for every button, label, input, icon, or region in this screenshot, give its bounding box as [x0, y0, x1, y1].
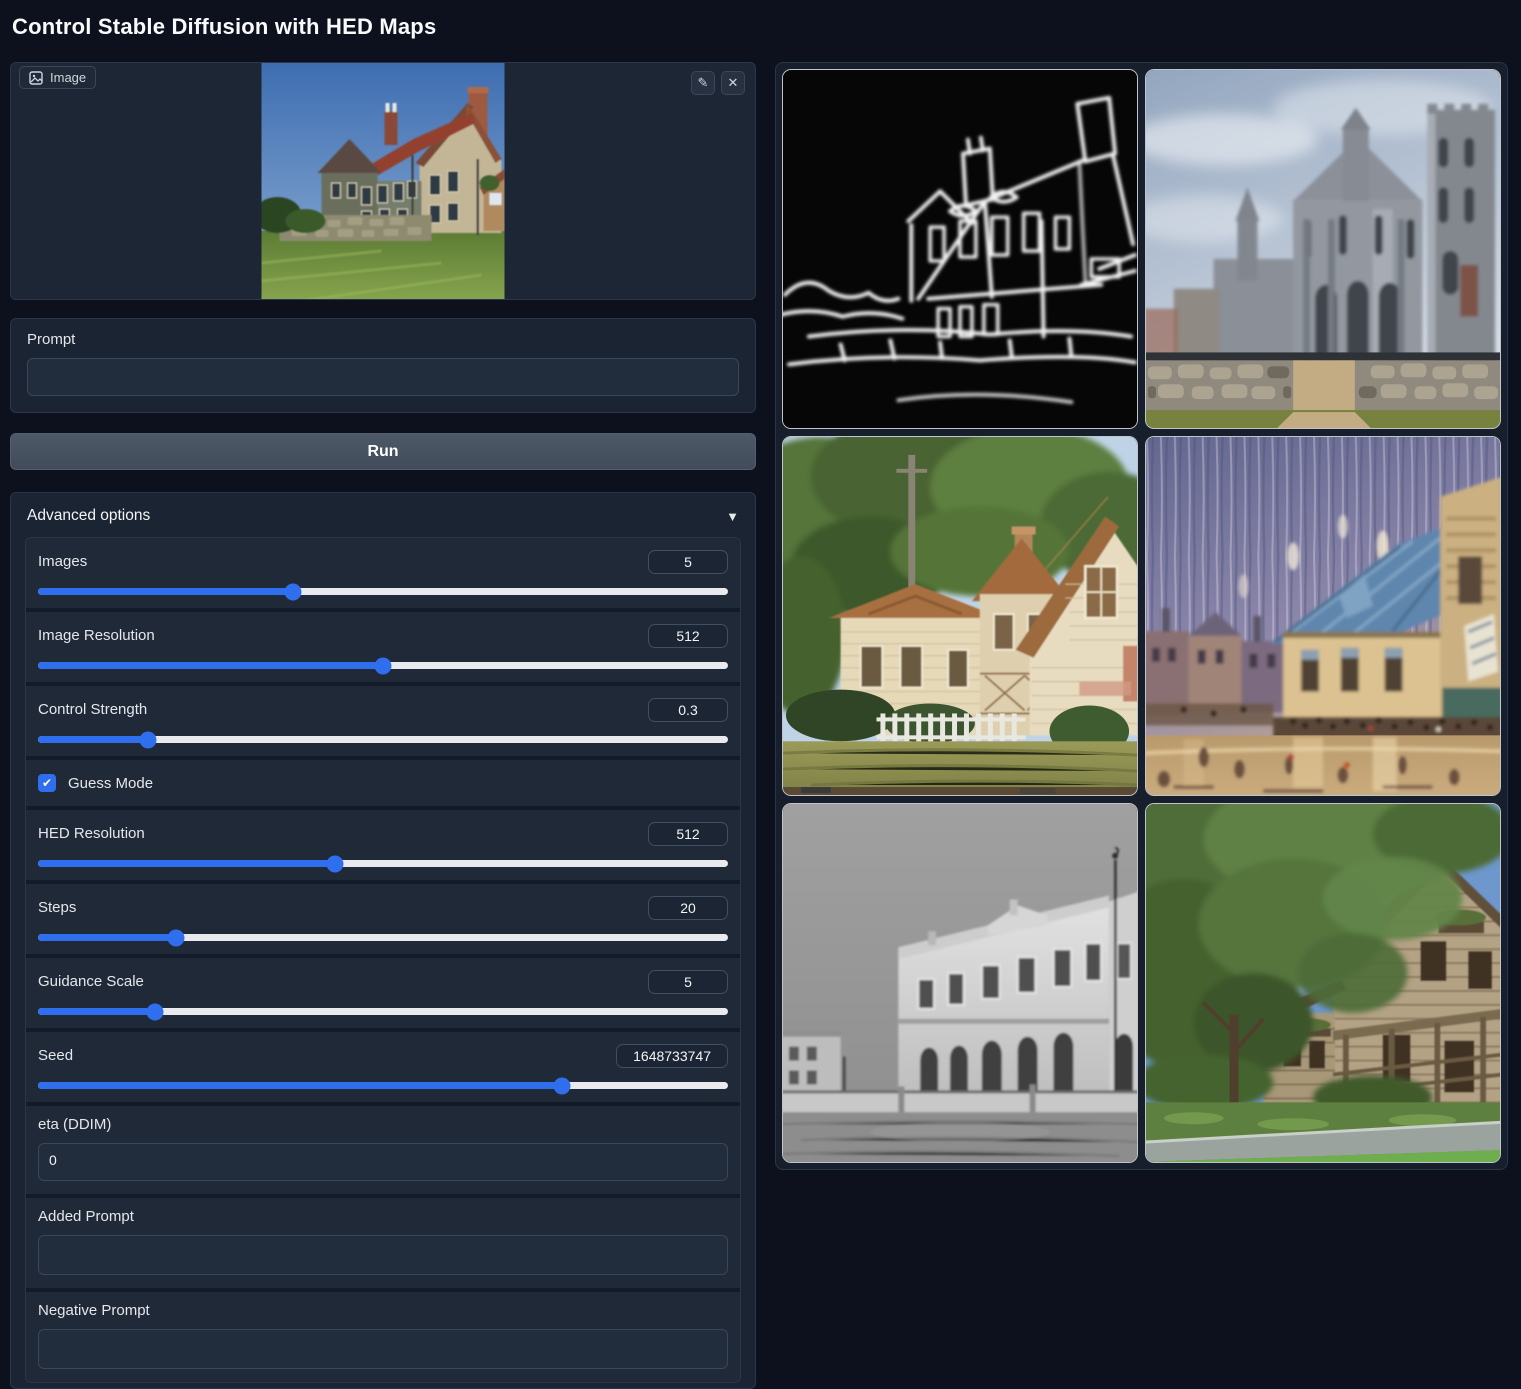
hed-resolution-label: HED Resolution [38, 825, 145, 842]
image-resolution-slider-thumb[interactable] [375, 657, 392, 674]
rustic-house-illustration [1146, 804, 1500, 1162]
chevron-down-icon: ▼ [726, 509, 739, 524]
control-strength-slider-thumb[interactable] [140, 731, 157, 748]
images-slider-thumb[interactable] [285, 583, 302, 600]
hed-resolution-value-box[interactable]: 512 [648, 822, 728, 846]
result-gallery [775, 62, 1508, 1170]
negative-prompt-input[interactable] [38, 1329, 728, 1369]
hed-map-illustration [783, 70, 1137, 428]
seed-slider-row: Seed 1648733747 [26, 1032, 740, 1102]
hed-resolution-slider[interactable] [38, 860, 728, 867]
input-house-photo-illustration [262, 63, 505, 300]
image-resolution-slider-row: Image Resolution 512 [26, 612, 740, 682]
guess-mode-label: Guess Mode [68, 775, 153, 792]
guess-mode-checkbox[interactable]: ✔ [38, 774, 56, 792]
seed-label: Seed [38, 1047, 73, 1064]
advanced-options-panel: Advanced options ▼ Images 5 Image Resolu… [10, 492, 756, 1389]
steps-slider-thumb[interactable] [168, 929, 185, 946]
added-prompt-input[interactable] [38, 1235, 728, 1275]
control-strength-slider-row: Control Strength 0.3 [26, 686, 740, 756]
prompt-input[interactable] [27, 358, 739, 396]
run-button[interactable]: Run [10, 433, 756, 470]
negative-prompt-label: Negative Prompt [38, 1302, 728, 1319]
images-value-box[interactable]: 5 [648, 550, 728, 574]
seed-slider[interactable] [38, 1082, 728, 1089]
check-icon: ✔ [42, 776, 52, 790]
images-slider[interactable] [38, 588, 728, 595]
added-prompt-row: Added Prompt [26, 1198, 740, 1288]
steps-slider-row: Steps 20 [26, 884, 740, 954]
image-resolution-slider[interactable] [38, 662, 728, 669]
guidance-scale-value-box[interactable]: 5 [648, 970, 728, 994]
image-resolution-value-box[interactable]: 512 [648, 624, 728, 648]
control-strength-slider[interactable] [38, 736, 728, 743]
page-title: Control Stable Diffusion with HED Maps [12, 14, 436, 40]
gallery-item-impressionist[interactable] [1145, 436, 1501, 796]
guidance-scale-slider[interactable] [38, 1008, 728, 1015]
negative-prompt-row: Negative Prompt [26, 1292, 740, 1382]
guidance-scale-slider-row: Guidance Scale 5 [26, 958, 740, 1028]
eta-input[interactable]: 0 [38, 1143, 728, 1181]
hed-resolution-slider-row: HED Resolution 512 [26, 810, 740, 880]
steps-label: Steps [38, 899, 76, 916]
images-slider-row: Images 5 [26, 538, 740, 608]
guess-mode-row: ✔ Guess Mode [26, 760, 740, 806]
advanced-options-title: Advanced options [27, 507, 150, 525]
hed-resolution-slider-thumb[interactable] [326, 855, 343, 872]
input-image-photo[interactable] [262, 63, 505, 300]
impressionist-illustration [1146, 437, 1500, 795]
guidance-scale-slider-thumb[interactable] [147, 1003, 164, 1020]
seed-slider-thumb[interactable] [554, 1077, 571, 1094]
advanced-options-header[interactable]: Advanced options ▼ [25, 493, 741, 537]
eta-label: eta (DDIM) [38, 1116, 728, 1133]
close-icon: ✕ [728, 75, 739, 90]
control-strength-label: Control Strength [38, 701, 147, 718]
added-prompt-label: Added Prompt [38, 1208, 728, 1225]
gallery-item-rustic-house[interactable] [1145, 803, 1501, 1163]
image-label-tab: Image [19, 66, 96, 89]
gallery-item-hed-map[interactable] [782, 69, 1138, 429]
steps-slider[interactable] [38, 934, 728, 941]
image-icon [29, 71, 43, 85]
gallery-item-cream-house[interactable] [782, 436, 1138, 796]
pencil-icon: ✎ [698, 75, 709, 90]
prompt-block: Prompt [10, 318, 756, 413]
control-strength-value-box[interactable]: 0.3 [648, 698, 728, 722]
input-image-panel[interactable]: Image ✎ ✕ [10, 62, 756, 300]
image-label: Image [50, 70, 86, 85]
steps-value-box[interactable]: 20 [648, 896, 728, 920]
controls-column: Image ✎ ✕ [10, 62, 756, 1389]
edit-image-button[interactable]: ✎ [691, 71, 715, 95]
gallery-item-cathedral[interactable] [1145, 69, 1501, 429]
advanced-options-form: Images 5 Image Resolution 512 Control St… [25, 537, 741, 1383]
images-label: Images [38, 553, 87, 570]
cathedral-illustration [1146, 70, 1500, 428]
image-resolution-label: Image Resolution [38, 627, 155, 644]
gallery-item-grayscale-building[interactable] [782, 803, 1138, 1163]
grayscale-building-illustration [783, 804, 1137, 1162]
prompt-label: Prompt [27, 331, 739, 348]
clear-image-button[interactable]: ✕ [721, 71, 745, 95]
cream-house-illustration [783, 437, 1137, 795]
seed-value-box[interactable]: 1648733747 [616, 1044, 728, 1068]
eta-row: eta (DDIM) 0 [26, 1106, 740, 1194]
guidance-scale-label: Guidance Scale [38, 973, 144, 990]
